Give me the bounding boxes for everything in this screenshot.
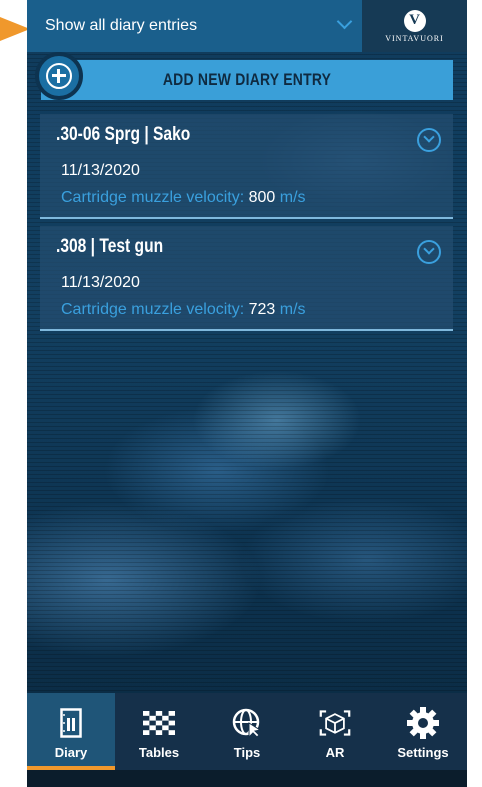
entry-date: 11/13/2020 (61, 162, 140, 179)
velocity-label: Cartridge muzzle velocity: (61, 189, 245, 206)
tips-icon (231, 707, 263, 739)
expand-chevron-icon[interactable] (417, 128, 441, 152)
velocity-unit: m/s (279, 301, 306, 318)
entries-filter-dropdown[interactable]: Show all diary entries (27, 0, 362, 52)
nav-tab-diary[interactable]: Diary (27, 693, 115, 770)
entry-date: 11/13/2020 (61, 274, 140, 291)
entry-velocity: Cartridge muzzle velocity: 723 m/s (61, 301, 306, 319)
nav-label: AR (325, 745, 345, 760)
nav-label: Tips (233, 745, 261, 760)
settings-icon (407, 707, 439, 739)
velocity-value: 800 (248, 189, 276, 206)
tables-icon (143, 707, 175, 739)
diary-icon (55, 707, 87, 739)
nav-tab-settings[interactable]: Settings (379, 693, 467, 770)
nav-tab-tips[interactable]: Tips (203, 693, 291, 770)
nav-tab-ar[interactable]: AR (291, 693, 379, 770)
add-icon (35, 52, 83, 100)
nav-label: Diary (54, 745, 88, 760)
bottom-strip (27, 770, 467, 787)
brand-logo: V VintaVuori (362, 0, 467, 52)
add-diary-entry-button[interactable]: ADD NEW DIARY ENTRY (35, 52, 453, 100)
diary-entry-card[interactable]: .308 | Test gun 11/13/2020 Cartridge muz… (40, 226, 453, 331)
chevron-down-icon (336, 13, 353, 30)
bottom-navigation: Diary Tables Tips AR Settings (27, 693, 467, 770)
ar-icon (319, 707, 351, 739)
entry-velocity: Cartridge muzzle velocity: 800 m/s (61, 189, 306, 207)
logo-text: VintaVuori (385, 33, 444, 43)
expand-chevron-icon[interactable] (417, 240, 441, 264)
velocity-unit: m/s (279, 189, 306, 206)
diary-entry-card[interactable]: .30-06 Sprg | Sako 11/13/2020 Cartridge … (40, 114, 453, 219)
pointer-arrow (0, 17, 30, 41)
nav-label: Tables (138, 745, 180, 760)
entry-title: .30-06 Sprg | Sako (56, 124, 191, 145)
nav-tab-tables[interactable]: Tables (115, 693, 203, 770)
velocity-label: Cartridge muzzle velocity: (61, 301, 245, 318)
add-entry-label: ADD NEW DIARY ENTRY (162, 70, 332, 89)
entry-title: .308 | Test gun (56, 236, 164, 257)
filter-label: Show all diary entries (45, 17, 198, 34)
app-screen: Show all diary entries V VintaVuori ADD … (27, 0, 467, 787)
nav-label: Settings (397, 745, 449, 760)
velocity-value: 723 (248, 301, 276, 318)
logo-mark: V (403, 9, 426, 32)
